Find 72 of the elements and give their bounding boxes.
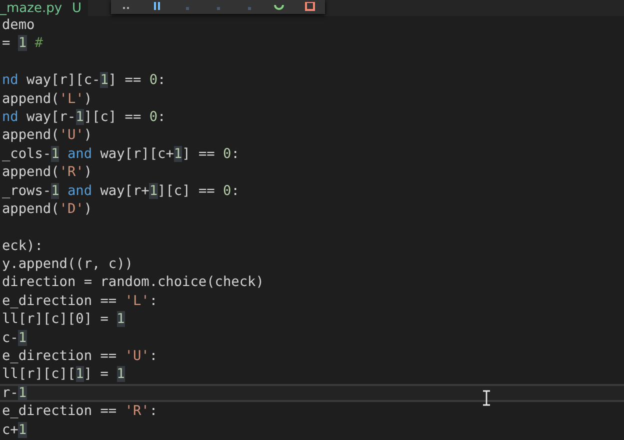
stop-icon[interactable] [304, 2, 316, 12]
code-text: ] == [182, 146, 216, 162]
code-text: y.append((r, c)) [2, 256, 133, 272]
code-text: ll[r][c][0] = [2, 311, 110, 328]
string-text: 'R' [124, 403, 150, 420]
code-text: ][c] == [158, 182, 216, 199]
code-text: : [158, 108, 166, 125]
code-text: e_direction == [2, 348, 118, 364]
highlighted-number: 1 [116, 311, 125, 328]
string-text: 'U' [124, 348, 150, 364]
code-text: ) [84, 200, 92, 217]
code-text: way[r- [26, 108, 76, 125]
code-text: direction = random.choice(check) [2, 274, 264, 290]
highlighted-number: 1 [18, 384, 27, 401]
code-text: _rows- [2, 182, 52, 199]
string-text: 'R' [59, 164, 84, 180]
comment-text: # [34, 35, 43, 52]
code-text: append( [2, 90, 60, 107]
code-text: ][c] == [84, 108, 142, 125]
code-text: ] == [108, 72, 142, 88]
code-text: e_direction == [2, 292, 118, 309]
editor-tab[interactable]: _maze.py U [0, 0, 88, 16]
highlighted-number: 1 [18, 330, 27, 346]
highlighted-number: 1 [76, 366, 84, 382]
highlighted-number: 1 [18, 35, 27, 52]
keyword-text: nd [2, 72, 18, 88]
number-text: 0 [149, 72, 158, 88]
code-text: way[r][c- [26, 72, 100, 88]
keyword-text: and [66, 182, 92, 199]
code-text: ) [84, 127, 92, 144]
code-text: way[r+ [99, 182, 150, 199]
code-text: way[r][c+ [99, 146, 174, 162]
highlighted-number: 1 [18, 422, 27, 438]
text-cursor-icon [482, 390, 491, 406]
string-text: 'U' [59, 127, 84, 144]
number-text: 0 [223, 182, 232, 199]
keyword-text: nd [2, 108, 18, 125]
code-text: c+ [2, 422, 18, 438]
code-text: ] = [84, 366, 110, 382]
code-text: append( [2, 127, 60, 144]
highlighted-number: 1 [116, 366, 125, 382]
string-text: 'L' [59, 90, 84, 107]
code-text: _cols- [2, 146, 52, 162]
string-text: 'L' [124, 292, 150, 309]
number-text: 0 [223, 146, 232, 162]
code-text: ) [84, 90, 92, 107]
highlighted-number: 1 [51, 182, 60, 199]
code-text: : [231, 182, 240, 199]
code-text: c- [2, 330, 18, 346]
code-text: : [149, 292, 158, 309]
code-text: ll[r][c][ [2, 366, 76, 382]
code-text: append( [2, 164, 60, 180]
highlighted-number: 1 [174, 146, 182, 162]
string-text: 'D' [59, 200, 84, 217]
highlighted-number: 1 [51, 146, 60, 162]
keyword-text: and [66, 146, 92, 162]
code-text: r- [2, 384, 18, 401]
number-text: 0 [149, 108, 158, 125]
highlighted-number: 1 [149, 182, 158, 199]
code-text: = [2, 35, 12, 52]
code-text: e_direction == [2, 403, 118, 420]
code-text: : [149, 348, 158, 364]
highlighted-number: 1 [100, 72, 108, 88]
highlighted-number: 1 [76, 108, 84, 125]
code-text: append( [2, 200, 60, 217]
code-text: : [158, 72, 166, 88]
code-text: ) [84, 164, 92, 180]
code-text: : [231, 146, 240, 162]
code-text: demo [2, 17, 35, 33]
restart-icon[interactable] [273, 2, 286, 12]
code-text: : [149, 403, 158, 420]
code-text: eck): [2, 238, 43, 254]
